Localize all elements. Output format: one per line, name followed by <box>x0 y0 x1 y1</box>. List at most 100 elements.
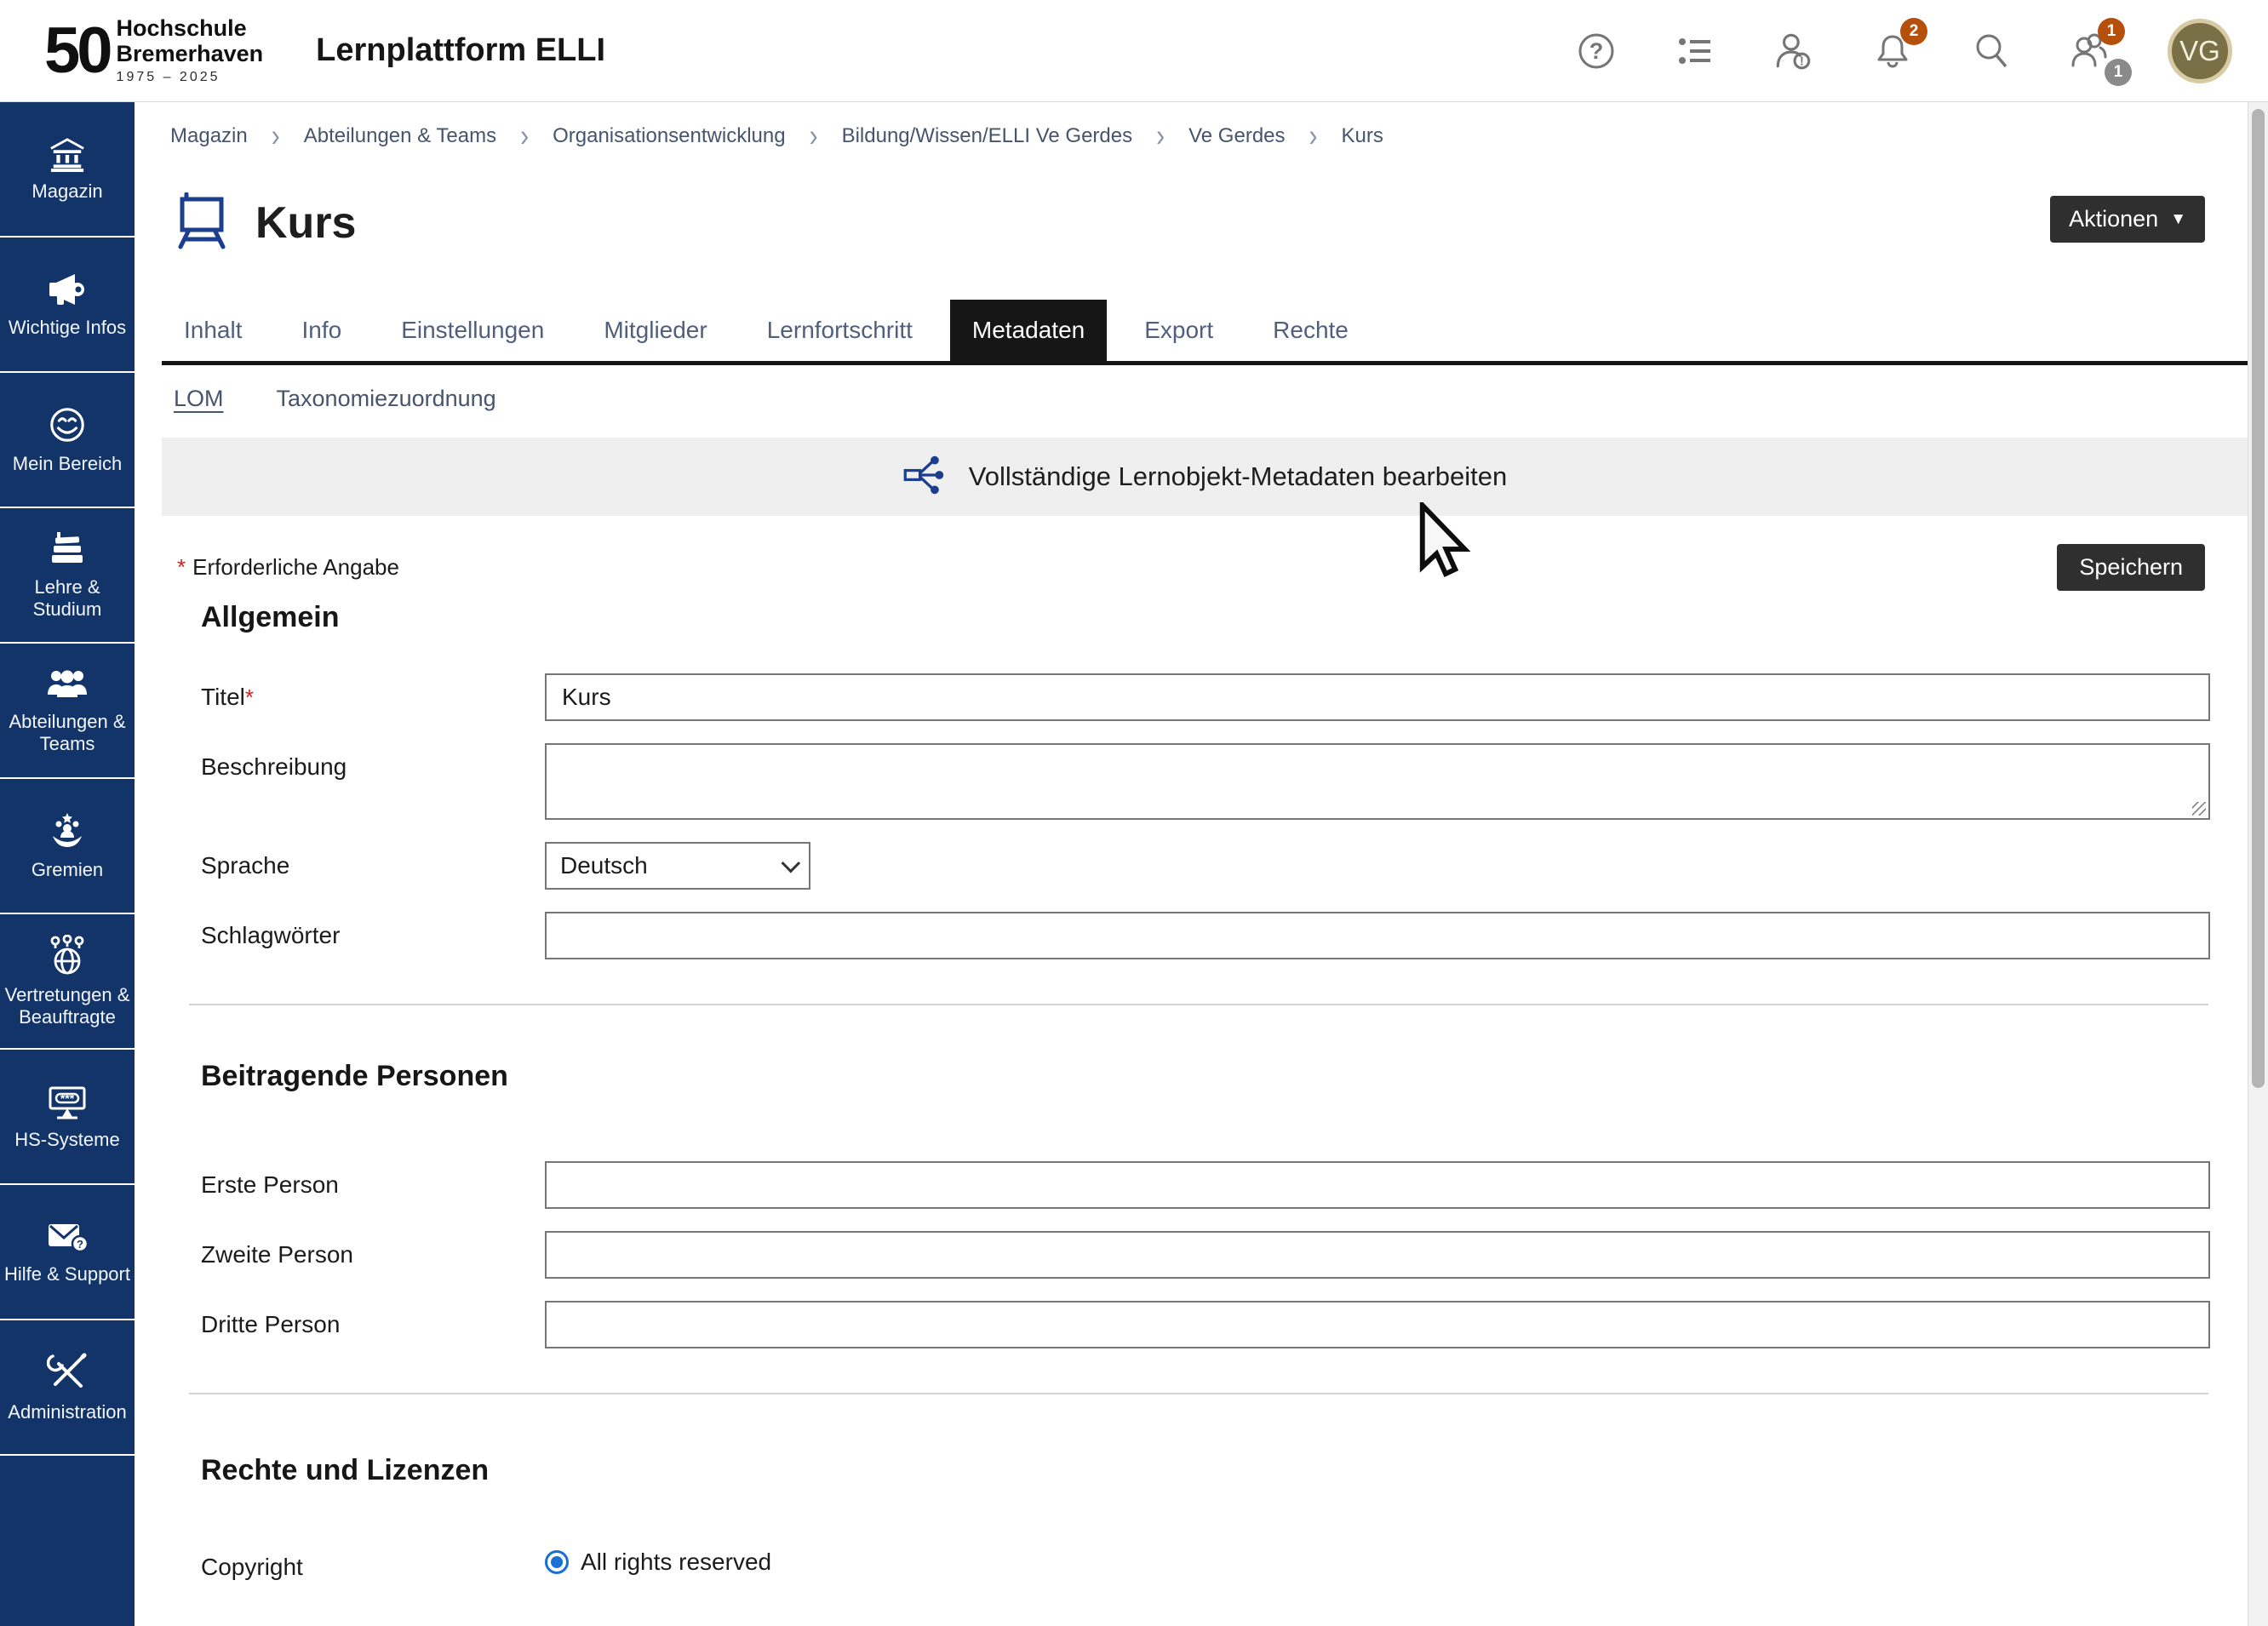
top-header: 50 Hochschule Bremerhaven 1975 – 2025 Le… <box>0 0 2268 102</box>
titel-input[interactable] <box>545 673 2210 721</box>
sidebar-item-hilfe-support[interactable]: ? Hilfe & Support <box>0 1185 135 1320</box>
sidebar-item-label: Wichtige Infos <box>9 317 126 339</box>
subtab-lom[interactable]: LOM <box>174 386 224 412</box>
svg-text:!: ! <box>1800 54 1804 68</box>
beschreibung-label: Beschreibung <box>201 743 545 781</box>
sidebar-item-vertretungen[interactable]: Vertretungen & Beauftragte <box>0 914 135 1050</box>
app-title: Lernplattform ELLI <box>316 32 605 69</box>
smiley-icon <box>48 405 87 444</box>
edit-full-metadata-label: Vollständige Lernobjekt-Metadaten bearbe… <box>969 461 1508 492</box>
globe-people-icon <box>47 935 88 976</box>
vertical-scrollbar[interactable] <box>2248 102 2268 1626</box>
megaphone-icon <box>46 271 89 308</box>
monitor-icon: *** <box>46 1083 89 1120</box>
breadcrumb-separator-icon: › <box>1156 118 1165 155</box>
svg-text:?: ? <box>1589 38 1604 64</box>
required-star: * <box>245 684 254 710</box>
section-heading-rechte: Rechte und Lizenzen <box>201 1454 2210 1487</box>
breadcrumb-item[interactable]: Bildung/Wissen/ELLI Ve Gerdes <box>842 124 1133 148</box>
page-title: Kurs <box>255 198 356 249</box>
save-button[interactable]: Speichern <box>2057 544 2205 591</box>
required-star: * <box>177 554 186 580</box>
sidebar-item-label: Gremien <box>32 859 103 881</box>
sprache-label: Sprache <box>201 842 545 879</box>
zweite-person-input[interactable] <box>545 1231 2210 1279</box>
sidebar-item-gremien[interactable]: Gremien <box>0 779 135 914</box>
schlagwoerter-label: Schlagwörter <box>201 912 545 949</box>
erste-person-label: Erste Person <box>201 1161 545 1199</box>
sprache-select[interactable]: Deutsch <box>545 842 810 890</box>
sidebar-item-label: Mein Bereich <box>13 453 122 475</box>
sidebar-item-label: Hilfe & Support <box>4 1263 130 1285</box>
bell-icon[interactable]: 2 <box>1871 30 1914 72</box>
dritte-person-input[interactable] <box>545 1301 2210 1348</box>
copyright-option-label: All rights reserved <box>581 1549 771 1576</box>
sidebar-item-administration[interactable]: Administration <box>0 1320 135 1456</box>
sidebar-item-label: Vertretungen & Beauftragte <box>3 984 132 1028</box>
bank-icon <box>48 136 87 172</box>
tab-info[interactable]: Info <box>280 300 364 361</box>
user-alert-icon[interactable]: ! <box>1773 30 1815 72</box>
search-icon[interactable] <box>1970 30 2013 72</box>
breadcrumb-item[interactable]: Kurs <box>1342 124 1383 148</box>
tab-inhalt[interactable]: Inhalt <box>162 300 265 361</box>
university-logo: 50 Hochschule Bremerhaven 1975 – 2025 <box>44 16 263 84</box>
tab-export[interactable]: Export <box>1122 300 1235 361</box>
breadcrumb-item[interactable]: Magazin <box>170 124 248 148</box>
sidebar-item-wichtige-infos[interactable]: Wichtige Infos <box>0 238 135 373</box>
tab-einstellungen[interactable]: Einstellungen <box>379 300 566 361</box>
logo-years: 1975 – 2025 <box>117 70 264 85</box>
copyright-label: Copyright <box>201 1543 545 1581</box>
course-easel-icon <box>174 192 230 255</box>
chevron-down-icon: ▼ <box>2170 211 2186 227</box>
beschreibung-textarea[interactable] <box>545 743 2210 820</box>
sidebar-item-mein-bereich[interactable]: Mein Bereich <box>0 373 135 508</box>
tab-mitglieder[interactable]: Mitglieder <box>581 300 729 361</box>
breadcrumb-item[interactable]: Abteilungen & Teams <box>304 124 496 148</box>
breadcrumb-item[interactable]: Ve Gerdes <box>1188 124 1285 148</box>
bullet-list-icon[interactable] <box>1674 30 1716 72</box>
sidebar-item-magazin[interactable]: Magazin <box>0 102 135 238</box>
help-icon[interactable]: ? <box>1575 30 1618 72</box>
main-sidebar: Magazin Wichtige Infos Mein Bereich Lehr… <box>0 102 135 1626</box>
sprache-selected-value: Deutsch <box>560 852 648 879</box>
contacts-icon[interactable]: 1 1 <box>2069 30 2111 72</box>
books-icon <box>47 530 88 568</box>
sidebar-item-hs-systeme[interactable]: *** HS-Systeme <box>0 1050 135 1185</box>
zweite-person-label: Zweite Person <box>201 1231 545 1268</box>
sidebar-item-label: HS-Systeme <box>14 1129 119 1151</box>
contacts-badge-new: 1 <box>2098 18 2125 45</box>
metadata-tree-icon <box>902 453 947 501</box>
sidebar-item-label: Magazin <box>32 180 102 203</box>
edit-full-metadata-banner[interactable]: Vollständige Lernobjekt-Metadaten bearbe… <box>162 438 2248 516</box>
titel-label: Titel* <box>201 673 545 711</box>
chevron-down-icon <box>782 854 801 873</box>
schlagwoerter-input[interactable] <box>545 912 2210 959</box>
required-hint: *Erforderliche Angabe <box>177 554 399 581</box>
breadcrumb-item[interactable]: Organisationsentwicklung <box>553 124 785 148</box>
sidebar-item-abteilungen-teams[interactable]: Abteilungen & Teams <box>0 644 135 779</box>
copyright-radio[interactable] <box>545 1550 569 1574</box>
mail-help-icon: ? <box>46 1219 89 1255</box>
people-group-icon <box>46 667 89 702</box>
erste-person-input[interactable] <box>545 1161 2210 1209</box>
breadcrumb-separator-icon: › <box>1309 118 1318 155</box>
scrollbar-thumb[interactable] <box>2252 109 2265 1088</box>
metadata-form: Allgemein Titel* Beschreibung Sprache De… <box>201 601 2210 1581</box>
sidebar-item-label: Abteilungen & Teams <box>3 711 132 755</box>
subtab-taxonomiezuordnung[interactable]: Taxonomiezuordnung <box>277 386 496 412</box>
tab-metadaten[interactable]: Metadaten <box>950 300 1107 361</box>
svg-text:***: *** <box>60 1091 75 1105</box>
subtab-bar: LOM Taxonomiezuordnung <box>174 386 2248 412</box>
section-divider <box>189 1393 2208 1394</box>
avatar[interactable]: VG <box>2168 19 2232 83</box>
dritte-person-label: Dritte Person <box>201 1301 545 1338</box>
actions-button[interactable]: Aktionen ▼ <box>2050 196 2205 243</box>
section-divider <box>189 1004 2208 1005</box>
sidebar-item-label: Lehre & Studium <box>3 576 132 621</box>
sidebar-item-lehre-studium[interactable]: Lehre & Studium <box>0 508 135 644</box>
tab-rechte[interactable]: Rechte <box>1251 300 1371 361</box>
breadcrumb: Magazin › Abteilungen & Teams › Organisa… <box>170 102 2248 170</box>
tab-lernfortschritt[interactable]: Lernfortschritt <box>745 300 935 361</box>
tab-bar: Inhalt Info Einstellungen Mitglieder Ler… <box>162 300 2248 365</box>
